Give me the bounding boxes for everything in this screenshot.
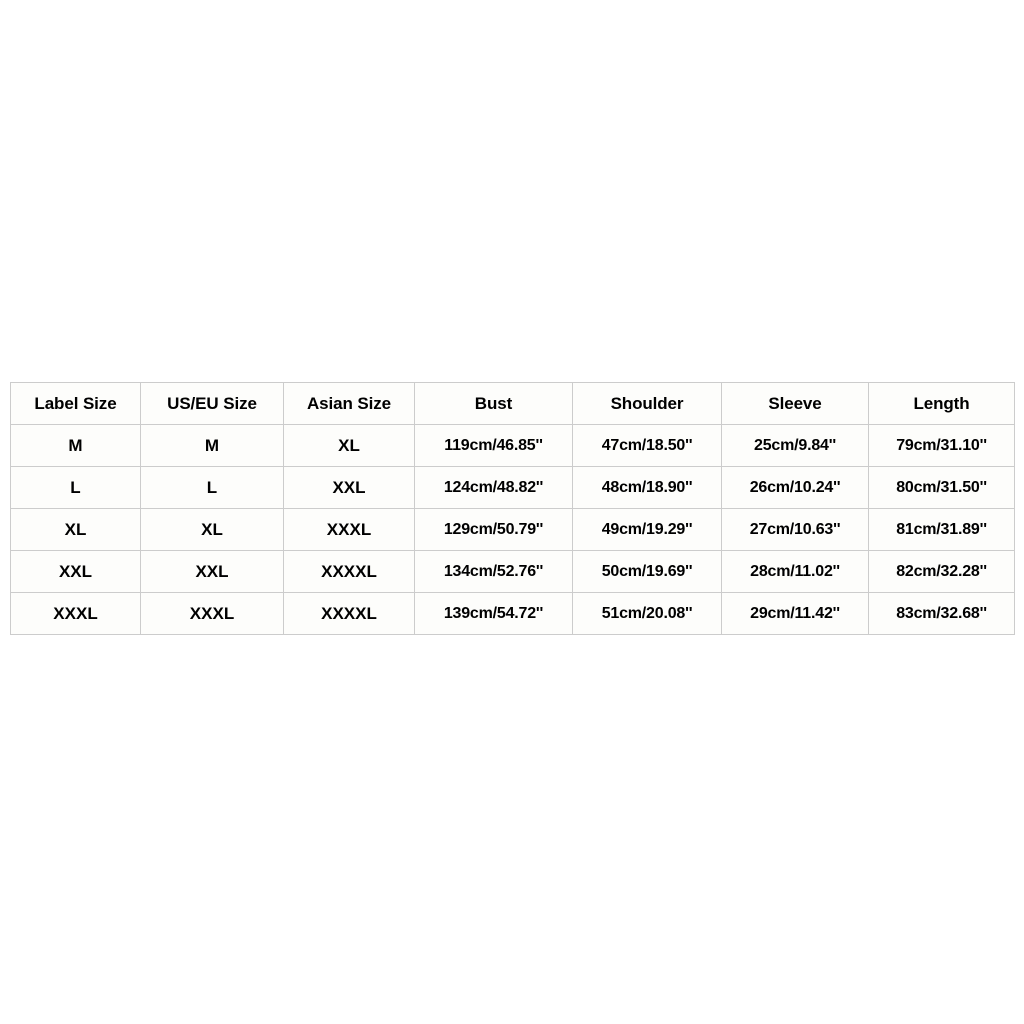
cell-shoulder: 47cm/18.50'': [572, 424, 722, 467]
cell-sleeve: 28cm/11.02'': [721, 550, 869, 593]
cell-sleeve: 27cm/10.63'': [721, 508, 869, 551]
column-header-bust: Bust: [414, 382, 573, 425]
cell-us-eu-size: XXXL: [140, 592, 284, 635]
cell-asian-size: XXXXL: [283, 592, 415, 635]
cell-length: 79cm/31.10'': [868, 424, 1015, 467]
column-header-us-eu-size: US/EU Size: [140, 382, 284, 425]
table-row: XXL XXL XXXXL 134cm/52.76'' 50cm/19.69''…: [10, 550, 1015, 593]
table-row: XL XL XXXL 129cm/50.79'' 49cm/19.29'' 27…: [10, 508, 1015, 551]
table-row: M M XL 119cm/46.85'' 47cm/18.50'' 25cm/9…: [10, 424, 1015, 467]
cell-shoulder: 50cm/19.69'': [572, 550, 722, 593]
cell-shoulder: 49cm/19.29'': [572, 508, 722, 551]
cell-label-size: XXL: [10, 550, 141, 593]
size-chart-header: Label Size US/EU Size Asian Size Bust Sh…: [10, 382, 1015, 425]
cell-asian-size: XXXL: [283, 508, 415, 551]
cell-bust: 134cm/52.76'': [414, 550, 573, 593]
cell-label-size: XXXL: [10, 592, 141, 635]
cell-label-size: XL: [10, 508, 141, 551]
cell-bust: 124cm/48.82'': [414, 466, 573, 509]
cell-us-eu-size: M: [140, 424, 284, 467]
cell-bust: 129cm/50.79'': [414, 508, 573, 551]
cell-bust: 119cm/46.85'': [414, 424, 573, 467]
size-chart-container: Label Size US/EU Size Asian Size Bust Sh…: [10, 382, 1015, 635]
table-row: L L XXL 124cm/48.82'' 48cm/18.90'' 26cm/…: [10, 466, 1015, 509]
column-header-asian-size: Asian Size: [283, 382, 415, 425]
cell-asian-size: XXL: [283, 466, 415, 509]
cell-label-size: M: [10, 424, 141, 467]
table-header-row: Label Size US/EU Size Asian Size Bust Sh…: [10, 382, 1015, 425]
cell-us-eu-size: L: [140, 466, 284, 509]
cell-sleeve: 26cm/10.24'': [721, 466, 869, 509]
cell-bust: 139cm/54.72'': [414, 592, 573, 635]
cell-asian-size: XL: [283, 424, 415, 467]
column-header-length: Length: [868, 382, 1015, 425]
cell-length: 82cm/32.28'': [868, 550, 1015, 593]
cell-length: 80cm/31.50'': [868, 466, 1015, 509]
cell-us-eu-size: XL: [140, 508, 284, 551]
cell-label-size: L: [10, 466, 141, 509]
cell-shoulder: 48cm/18.90'': [572, 466, 722, 509]
cell-length: 81cm/31.89'': [868, 508, 1015, 551]
size-chart-table: Label Size US/EU Size Asian Size Bust Sh…: [10, 382, 1015, 635]
cell-sleeve: 29cm/11.42'': [721, 592, 869, 635]
cell-length: 83cm/32.68'': [868, 592, 1015, 635]
size-chart-body: M M XL 119cm/46.85'' 47cm/18.50'' 25cm/9…: [10, 424, 1015, 635]
cell-asian-size: XXXXL: [283, 550, 415, 593]
column-header-sleeve: Sleeve: [721, 382, 869, 425]
cell-shoulder: 51cm/20.08'': [572, 592, 722, 635]
column-header-label-size: Label Size: [10, 382, 141, 425]
column-header-shoulder: Shoulder: [572, 382, 722, 425]
cell-sleeve: 25cm/9.84'': [721, 424, 869, 467]
cell-us-eu-size: XXL: [140, 550, 284, 593]
table-row: XXXL XXXL XXXXL 139cm/54.72'' 51cm/20.08…: [10, 592, 1015, 635]
